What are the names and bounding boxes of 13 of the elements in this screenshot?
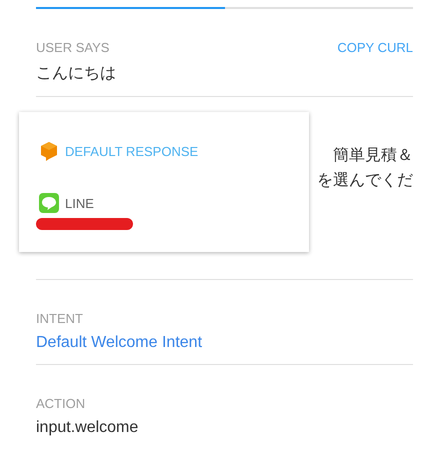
- section-label: USER SAYS: [36, 40, 110, 55]
- menu-item[interactable]: LINE: [39, 193, 94, 213]
- section-label: INTENT: [36, 311, 84, 326]
- copy-curl-link[interactable]: COPY CURL: [337, 40, 413, 55]
- intent-link[interactable]: Default Welcome Intent: [36, 334, 413, 352]
- response-text: を選んでくだ: [317, 171, 413, 191]
- menu-item[interactable]: DEFAULT RESPONSE: [39, 141, 198, 161]
- action-text: input.welcome: [36, 419, 140, 437]
- user-query-text: こんにちは: [36, 64, 117, 84]
- response-text: 簡単見積＆: [333, 146, 413, 166]
- section-label: ACTION: [36, 396, 86, 411]
- chat-bubble-icon: [39, 193, 59, 213]
- speech-cube-icon: [39, 141, 59, 161]
